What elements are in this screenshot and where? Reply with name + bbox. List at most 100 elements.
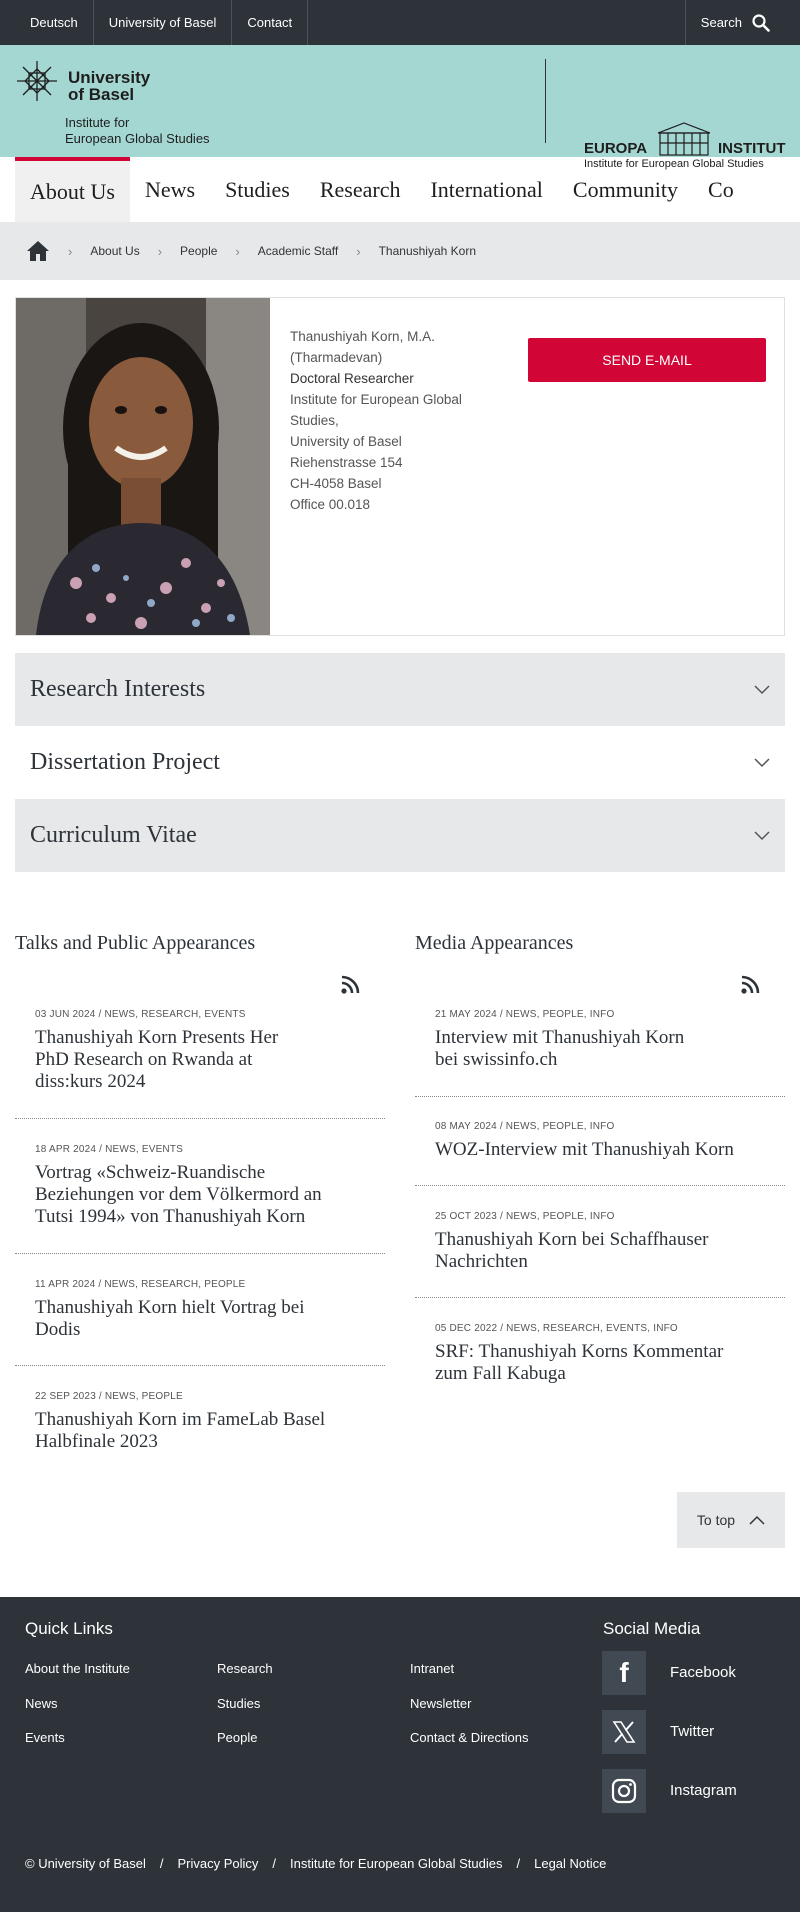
accordion-dissertation-project[interactable]: Dissertation Project [15, 726, 785, 799]
accordion-research-interests[interactable]: Research Interests [15, 653, 785, 726]
breadcrumb-academic-staff[interactable]: Academic Staff [258, 244, 338, 258]
top-utility-bar: Deutsch University of Basel Contact Sear… [0, 0, 800, 45]
footer-link-intranet[interactable]: Intranet [410, 1661, 454, 1676]
nav-item-research[interactable]: Research [305, 157, 416, 222]
news-title-line: PhD Research on Rwanda at [35, 1049, 253, 1070]
instagram-icon[interactable] [602, 1769, 646, 1813]
privacy-policy-link[interactable]: Privacy Policy [177, 1856, 258, 1871]
nav-item-international[interactable]: International [415, 157, 557, 222]
news-item[interactable]: 08 MAY 2024 / NEWS, PEOPLE, INFO WOZ-Int… [415, 1121, 785, 1161]
institute-name[interactable]: Institute for European Global Studies [65, 115, 210, 147]
university-link[interactable]: University of Basel [94, 0, 233, 45]
footer-link-contact-directions[interactable]: Contact & Directions [410, 1730, 529, 1745]
breadcrumb: › About Us › People › Academic Staff › T… [0, 222, 800, 280]
search-label: Search [700, 15, 742, 30]
news-item[interactable]: 11 APR 2024 / NEWS, RESEARCH, PEOPLE Tha… [15, 1279, 385, 1341]
news-meta: 03 JUN 2024 / NEWS, RESEARCH, EVENTS [35, 1009, 246, 1020]
instagram-link[interactable]: Instagram [670, 1782, 737, 1799]
chevron-down-icon [754, 757, 770, 767]
europa-logo-right: INSTITUT [718, 140, 786, 157]
breadcrumb-about-us[interactable]: About Us [90, 244, 139, 258]
to-top-label: To top [696, 1512, 736, 1528]
to-top-button[interactable]: To top [677, 1492, 785, 1548]
nav-item-contact-truncated[interactable]: Co [693, 157, 749, 222]
divider [15, 1118, 385, 1119]
chevron-up-icon [749, 1515, 765, 1525]
footer-link-events[interactable]: Events [25, 1730, 65, 1745]
news-title-line: Thanushiyah Korn bei Schaffhauser [435, 1229, 709, 1250]
footer-link-research[interactable]: Research [217, 1661, 273, 1676]
news-title[interactable]: Thanushiyah Korn bei Schaffhauser Nachri… [435, 1229, 785, 1273]
news-title[interactable]: Thanushiyah Korn im FameLab Basel Halbfi… [35, 1409, 385, 1453]
facebook-icon[interactable]: f [602, 1651, 646, 1695]
news-meta: 08 MAY 2024 / NEWS, PEOPLE, INFO [435, 1121, 615, 1132]
news-meta: 18 APR 2024 / NEWS, EVENTS [35, 1144, 184, 1155]
breadcrumb-people[interactable]: People [180, 244, 217, 258]
news-title-line: Tutsi 1994» von Thanushiyah Korn [35, 1206, 306, 1227]
breadcrumb-current: Thanushiyah Korn [378, 244, 476, 258]
accordion-label: Research Interests [30, 676, 206, 702]
profile-info: Thanushiyah Korn, M.A. (Tharmadevan) Doc… [290, 326, 462, 515]
copyright-text: © University of Basel [25, 1856, 146, 1871]
talks-section-title: Talks and Public Appearances [15, 932, 256, 954]
quick-links-title: Quick Links [25, 1619, 113, 1638]
institute-link[interactable]: Institute for European Global Studies [290, 1856, 502, 1871]
footer-link-people[interactable]: People [217, 1730, 257, 1745]
language-link[interactable]: Deutsch [15, 0, 94, 45]
news-title-line: Thanushiyah Korn im FameLab Basel [35, 1409, 326, 1430]
news-title-line: Thanushiyah Korn Presents Her [35, 1027, 279, 1048]
news-item[interactable]: 05 DEC 2022 / NEWS, RESEARCH, EVENTS, IN… [415, 1323, 785, 1385]
accordion-label: Dissertation Project [30, 749, 220, 775]
send-email-button[interactable]: SEND E-MAIL [528, 338, 766, 382]
europa-building-icon [657, 122, 711, 156]
news-title-line: Halbfinale 2023 [35, 1431, 158, 1452]
news-title-line: Interview mit Thanushiyah Korn [435, 1027, 685, 1048]
news-title[interactable]: Thanushiyah Korn Presents Her PhD Resear… [35, 1027, 385, 1093]
university-name-line1: University [68, 68, 151, 87]
news-title-line: Thanushiyah Korn hielt Vortrag bei [35, 1297, 305, 1318]
search-button[interactable]: Search [684, 0, 800, 45]
news-item[interactable]: 25 OCT 2023 / NEWS, PEOPLE, INFO Thanush… [415, 1211, 785, 1273]
footer-link-newsletter[interactable]: Newsletter [410, 1696, 471, 1711]
news-title-line: bei swissinfo.ch [435, 1049, 558, 1070]
news-item[interactable]: 18 APR 2024 / NEWS, EVENTS Vortrag «Schw… [15, 1144, 385, 1228]
nav-item-news[interactable]: News [130, 157, 210, 222]
legal-notice-link[interactable]: Legal Notice [534, 1856, 606, 1871]
news-item[interactable]: 03 JUN 2024 / NEWS, RESEARCH, EVENTS Tha… [15, 1009, 385, 1093]
utility-links: Deutsch University of Basel Contact [0, 0, 309, 45]
europa-logo-left: EUROPA [584, 140, 648, 157]
institute-name-line1: Institute for [65, 115, 130, 130]
nav-item-about-us[interactable]: About Us [15, 157, 130, 222]
home-icon[interactable] [26, 240, 50, 262]
news-title[interactable]: Vortrag «Schweiz-Ruandische Beziehungen … [35, 1162, 385, 1228]
rss-icon[interactable] [740, 975, 760, 995]
news-meta: 11 APR 2024 / NEWS, RESEARCH, PEOPLE [35, 1279, 246, 1290]
news-item[interactable]: 22 SEP 2023 / NEWS, PEOPLE Thanushiyah K… [15, 1391, 385, 1453]
footer-link-studies[interactable]: Studies [217, 1696, 260, 1711]
address-line: University of Basel [290, 434, 402, 449]
profile-photo [16, 298, 270, 635]
facebook-link[interactable]: Facebook [670, 1664, 736, 1681]
news-meta: 21 MAY 2024 / NEWS, PEOPLE, INFO [435, 1009, 615, 1020]
nav-item-studies[interactable]: Studies [210, 157, 305, 222]
news-title[interactable]: Thanushiyah Korn hielt Vortrag bei Dodis [35, 1297, 385, 1341]
chevron-down-icon [754, 684, 770, 694]
divider [415, 1185, 785, 1186]
footer-link-news[interactable]: News [25, 1696, 58, 1711]
news-title[interactable]: WOZ-Interview mit Thanushiyah Korn [435, 1139, 785, 1161]
accordion-curriculum-vitae[interactable]: Curriculum Vitae [15, 799, 785, 872]
news-title-line: Nachrichten [435, 1251, 528, 1272]
university-logo-icon[interactable] [15, 59, 59, 103]
news-title[interactable]: SRF: Thanushiyah Korns Kommentar zum Fal… [435, 1341, 785, 1385]
news-meta: 05 DEC 2022 / NEWS, RESEARCH, EVENTS, IN… [435, 1323, 678, 1334]
divider [415, 1096, 785, 1097]
rss-icon[interactable] [340, 975, 360, 995]
twitter-x-icon[interactable] [602, 1710, 646, 1754]
news-item[interactable]: 21 MAY 2024 / NEWS, PEOPLE, INFO Intervi… [415, 1009, 785, 1071]
news-title[interactable]: Interview mit Thanushiyah Korn bei swiss… [435, 1027, 785, 1071]
contact-link[interactable]: Contact [232, 0, 309, 45]
university-name[interactable]: University of Basel [68, 69, 150, 103]
twitter-link[interactable]: Twitter [670, 1723, 714, 1740]
footer-link-about-institute[interactable]: About the Institute [25, 1661, 130, 1676]
nav-item-community[interactable]: Community [558, 157, 693, 222]
